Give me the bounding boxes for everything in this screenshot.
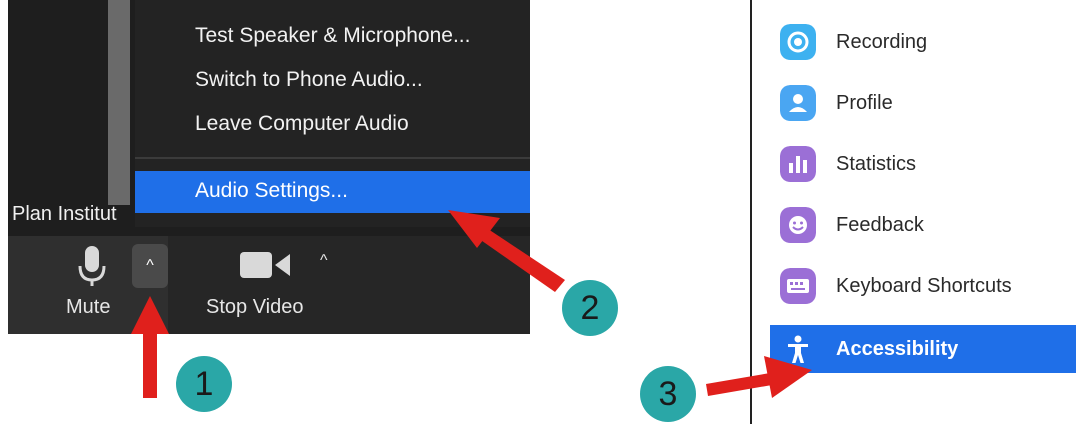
- sidebar-item-label: Accessibility: [836, 338, 959, 360]
- audio-options-menu: Test Speaker & Microphone... Switch to P…: [135, 0, 530, 227]
- sidebar-divider: [750, 0, 752, 424]
- menu-item-test-speaker-microphone[interactable]: Test Speaker & Microphone...: [195, 24, 470, 48]
- sidebar-item-feedback[interactable]: Feedback: [770, 203, 1076, 247]
- stop-video-button[interactable]: Stop Video: [206, 296, 304, 319]
- feedback-icon: [780, 207, 816, 243]
- profile-icon: [780, 85, 816, 121]
- record-icon: [780, 24, 816, 60]
- video-options-caret-button[interactable]: ^: [320, 252, 328, 270]
- participant-name: Plan Institut: [12, 203, 117, 225]
- menu-item-leave-computer-audio[interactable]: Leave Computer Audio: [195, 112, 409, 136]
- meeting-toolbar: ^ Mute ^ Stop Video: [8, 236, 530, 334]
- zoom-meeting-window: Plan Institut Test Speaker & Microphone.…: [8, 0, 530, 334]
- step-badge-3: 3: [640, 366, 696, 422]
- mute-button[interactable]: ^ Mute: [8, 236, 168, 334]
- menu-item-audio-settings-label: Audio Settings...: [195, 179, 348, 202]
- video-camera-icon: [240, 252, 290, 278]
- sidebar-item-profile[interactable]: Profile: [770, 81, 1076, 125]
- menu-item-switch-to-phone-audio[interactable]: Switch to Phone Audio...: [195, 68, 423, 92]
- sidebar-item-label: Recording: [836, 31, 928, 53]
- mute-label: Mute: [66, 296, 111, 318]
- sidebar-item-label: Keyboard Shortcuts: [836, 275, 1012, 297]
- step-badge-1: 1: [176, 356, 232, 412]
- audio-options-caret-button[interactable]: ^: [132, 244, 168, 288]
- keyboard-icon: [780, 268, 816, 304]
- sidebar-item-label: Feedback: [836, 214, 924, 236]
- participant-video-tile: [108, 0, 130, 205]
- microphone-icon: [78, 246, 106, 286]
- sidebar-item-statistics[interactable]: Statistics: [770, 142, 1076, 186]
- sidebar-item-recording[interactable]: Recording: [770, 20, 1076, 64]
- accessibility-icon: [788, 335, 808, 363]
- menu-divider: [135, 157, 530, 159]
- step-badge-2: 2: [562, 280, 618, 336]
- sidebar-item-accessibility[interactable]: Accessibility: [770, 325, 1076, 373]
- sidebar-item-keyboard-shortcuts[interactable]: Keyboard Shortcuts: [770, 264, 1076, 308]
- sidebar-item-label: Statistics: [836, 153, 917, 175]
- statistics-icon: [780, 146, 816, 182]
- menu-item-audio-settings[interactable]: Audio Settings...: [135, 171, 530, 213]
- sidebar-item-label: Profile: [836, 92, 893, 114]
